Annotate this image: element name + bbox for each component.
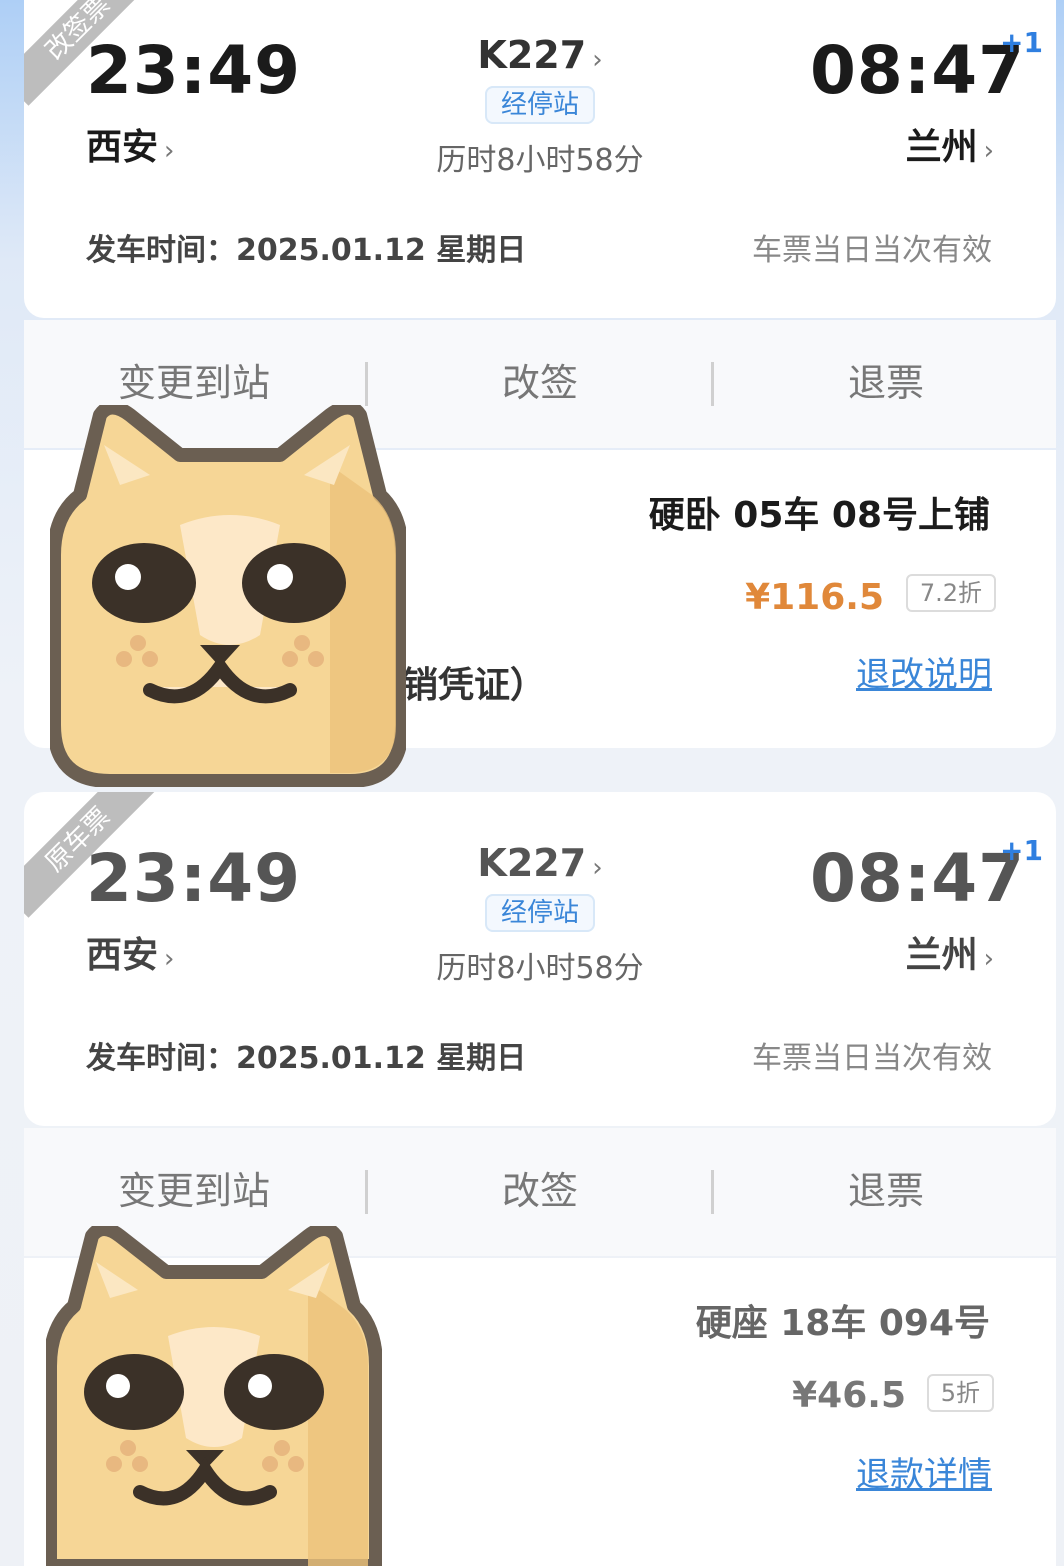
- cat-mascot-icon: [46, 1226, 382, 1566]
- depart-time: 23:49: [86, 840, 302, 917]
- cat-mascot-icon: [50, 405, 406, 787]
- chevron-right-icon: ›: [592, 45, 603, 75]
- refund-details-link[interactable]: 退款详情: [856, 1458, 992, 1492]
- divider: [711, 1170, 714, 1214]
- train-number[interactable]: K227 ›: [440, 36, 640, 75]
- day-offset-badge: +1: [1000, 834, 1043, 867]
- discount-badge: 7.2折: [905, 574, 996, 612]
- arrive-station-label: 兰州: [905, 127, 978, 168]
- ticket-price: ¥46.5: [792, 1375, 906, 1416]
- change-destination-button[interactable]: 变更到站: [44, 364, 344, 402]
- reschedule-button[interactable]: 改签: [390, 364, 690, 402]
- arrive-station-label: 兰州: [905, 935, 978, 976]
- seat-info: 硬卧 05车 08号上铺: [648, 495, 990, 536]
- day-offset-badge: +1: [1000, 26, 1043, 59]
- depart-station[interactable]: 西安 ›: [86, 938, 174, 974]
- depart-date: 发车时间：2025.01.12 星期日: [86, 1041, 527, 1076]
- chevron-right-icon: ›: [592, 853, 603, 883]
- refund-button[interactable]: 退票: [736, 1172, 1036, 1210]
- stops-button[interactable]: 经停站: [484, 894, 595, 932]
- trip-duration: 历时8小时58分: [436, 951, 644, 986]
- depart-station-label: 西安: [86, 127, 159, 168]
- partial-note: 销凭证）: [402, 665, 547, 706]
- train-number-label: K227: [477, 33, 587, 77]
- trip-duration: 历时8小时58分: [436, 143, 644, 178]
- ticket-validity: 车票当日当次有效: [752, 233, 992, 268]
- divider: [365, 362, 368, 406]
- depart-station-label: 西安: [86, 935, 159, 976]
- train-number-label: K227: [477, 841, 587, 885]
- ticket-price: ¥116.5: [745, 577, 884, 618]
- arrive-time: 08:47: [810, 32, 1026, 109]
- ticket-validity: 车票当日当次有效: [752, 1041, 992, 1076]
- chevron-right-icon: ›: [983, 944, 994, 974]
- chevron-right-icon: ›: [164, 944, 175, 974]
- depart-station[interactable]: 西安 ›: [86, 130, 174, 166]
- arrive-station[interactable]: 兰州 ›: [906, 938, 994, 974]
- reschedule-button[interactable]: 改签: [390, 1172, 690, 1210]
- refund-change-rules-link[interactable]: 退改说明: [856, 658, 992, 692]
- depart-time: 23:49: [86, 32, 302, 109]
- divider: [365, 1170, 368, 1214]
- stops-button[interactable]: 经停站: [484, 86, 595, 124]
- discount-badge: 5折: [926, 1374, 994, 1412]
- depart-date: 发车时间：2025.01.12 星期日: [86, 233, 527, 268]
- seat-info: 硬座 18车 094号: [695, 1303, 990, 1344]
- train-number[interactable]: K227 ›: [440, 844, 640, 883]
- arrive-time: 08:47: [810, 840, 1026, 917]
- refund-button[interactable]: 退票: [736, 364, 1036, 402]
- chevron-right-icon: ›: [164, 136, 175, 166]
- change-destination-button[interactable]: 变更到站: [44, 1172, 344, 1210]
- chevron-right-icon: ›: [983, 136, 994, 166]
- divider: [711, 362, 714, 406]
- arrive-station[interactable]: 兰州 ›: [906, 130, 994, 166]
